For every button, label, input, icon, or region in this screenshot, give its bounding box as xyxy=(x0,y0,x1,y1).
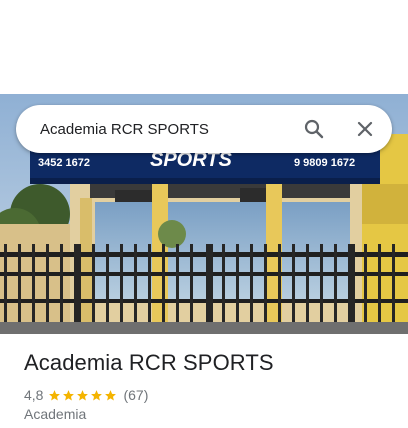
place-category: Academia xyxy=(24,406,87,422)
review-count[interactable]: (67) xyxy=(123,387,148,403)
sign-phone-right: 9 9809 1672 xyxy=(294,157,355,169)
star-rating xyxy=(48,389,118,402)
rating-row[interactable]: 4,8 (67) xyxy=(24,386,148,404)
star-icon xyxy=(105,389,117,400)
search-icon[interactable] xyxy=(302,117,326,141)
star-icon xyxy=(63,389,75,400)
rating-value: 4,8 xyxy=(24,387,44,403)
star-icon xyxy=(49,389,61,400)
star-icon xyxy=(77,389,89,400)
place-title: Academia RCR SPORTS xyxy=(24,350,274,375)
star-icon xyxy=(91,389,103,400)
search-box[interactable] xyxy=(16,105,392,153)
search-input[interactable] xyxy=(40,118,280,140)
close-icon[interactable] xyxy=(353,117,377,141)
sign-phone-left: 3452 1672 xyxy=(38,157,90,169)
